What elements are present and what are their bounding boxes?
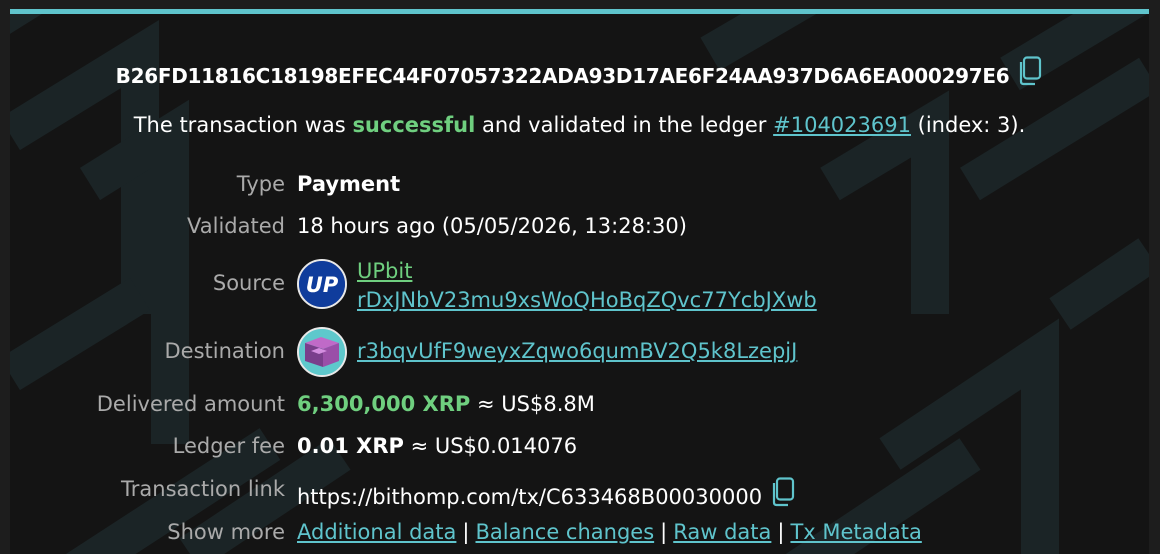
txlink-value-wrap: https://bithomp.com/tx/C633468B00030000 bbox=[297, 477, 796, 512]
source-label: Source bbox=[212, 271, 285, 295]
txlink-value: https://bithomp.com/tx/C633468B00030000 bbox=[297, 485, 763, 509]
txlink-label: Transaction link bbox=[121, 477, 285, 501]
status-prefix: The transaction was bbox=[133, 113, 346, 137]
source-row: Source UP UPbit rDxJNbV23mu9xsWoQHoBqZQv… bbox=[10, 257, 1149, 317]
transaction-content: B26FD11816C18198EFEC44F07057322ADA93D17A… bbox=[10, 14, 1149, 554]
ledger-index: (index: 3). bbox=[917, 113, 1026, 137]
txlink-row: Transaction link https://bithomp.com/tx/… bbox=[10, 477, 1149, 509]
transaction-hash: B26FD11816C18198EFEC44F07057322ADA93D17A… bbox=[115, 64, 1010, 88]
source-name-link[interactable]: UPbit bbox=[357, 259, 412, 283]
fee-amount: 0.01 XRP bbox=[297, 434, 404, 458]
separator: | bbox=[462, 520, 470, 544]
tx-metadata-link[interactable]: Tx Metadata bbox=[790, 520, 921, 544]
validated-value: 18 hours ago (05/05/2026, 13:28:30) bbox=[297, 214, 687, 238]
ledger-link[interactable]: #104023691 bbox=[773, 113, 911, 137]
additional-data-link[interactable]: Additional data bbox=[297, 520, 456, 544]
validated-label: Validated bbox=[187, 214, 285, 238]
raw-data-link[interactable]: Raw data bbox=[673, 520, 771, 544]
copy-icon[interactable] bbox=[1017, 56, 1043, 91]
showmore-label: Show more bbox=[167, 520, 285, 544]
source-address-link[interactable]: rDxJNbV23mu9xsWoQHoBqZQvc77YcbJXwb bbox=[357, 288, 817, 312]
showmore-row: Show more Additional data | Balance change… bbox=[10, 520, 1149, 552]
validated-row: Validated 18 hours ago (05/05/2026, 13:2… bbox=[10, 214, 1149, 246]
delivered-label: Delivered amount bbox=[96, 392, 285, 416]
type-label: Type bbox=[236, 172, 285, 196]
upbit-logo-icon[interactable]: UP bbox=[297, 259, 347, 309]
identicon-icon[interactable] bbox=[297, 327, 347, 377]
svg-text:UP: UP bbox=[306, 273, 339, 297]
delivered-amount: 6,300,000 XRP bbox=[297, 392, 471, 416]
status-badge: successful bbox=[352, 113, 476, 137]
balance-changes-link[interactable]: Balance changes bbox=[475, 520, 654, 544]
copy-icon[interactable] bbox=[770, 477, 796, 512]
transaction-hash-row: B26FD11816C18198EFEC44F07057322ADA93D17A… bbox=[10, 56, 1149, 91]
separator: | bbox=[660, 520, 668, 544]
showmore-links: Additional data | Balance changes | Raw data… bbox=[297, 520, 922, 544]
delivered-value: 6,300,000 XRP ≈ US$8.8M bbox=[297, 392, 595, 416]
transaction-panel: B26FD11816C18198EFEC44F07057322ADA93D17A… bbox=[10, 9, 1149, 554]
fee-fiat: ≈ US$0.014076 bbox=[410, 434, 578, 458]
status-line: The transaction was successful and valid… bbox=[10, 113, 1149, 137]
destination-label: Destination bbox=[164, 339, 285, 363]
fee-row: Ledger fee 0.01 XRP ≈ US$0.014076 bbox=[10, 434, 1149, 466]
delivered-row: Delivered amount 6,300,000 XRP ≈ US$8.8M bbox=[10, 392, 1149, 424]
destination-row: Destination r3bqvUfF9weyxZqwo6qumBV2Q5k8… bbox=[10, 327, 1149, 379]
fee-value: 0.01 XRP ≈ US$0.014076 bbox=[297, 434, 577, 458]
type-row: Type Payment bbox=[10, 172, 1149, 204]
destination-address-link[interactable]: r3bqvUfF9weyxZqwo6qumBV2Q5k8LzepjJ bbox=[357, 339, 797, 363]
type-value: Payment bbox=[297, 172, 401, 196]
separator: | bbox=[777, 520, 785, 544]
status-middle: and validated in the ledger bbox=[482, 113, 767, 137]
delivered-fiat: ≈ US$8.8M bbox=[477, 392, 595, 416]
fee-label: Ledger fee bbox=[172, 434, 285, 458]
